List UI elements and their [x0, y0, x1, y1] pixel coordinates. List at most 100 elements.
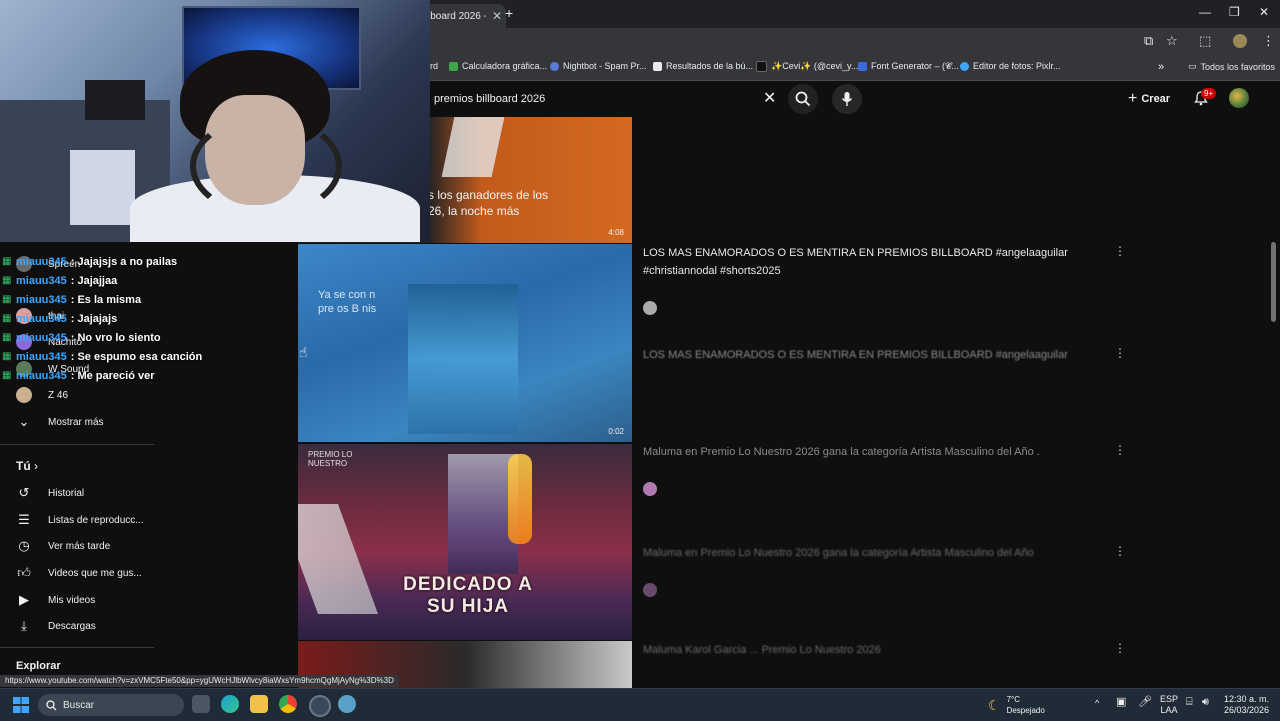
menu-dots-icon[interactable]: ⋮ [1262, 33, 1275, 49]
sidebar-item-my-videos[interactable]: ▶ Mis videos [16, 592, 95, 608]
account-avatar[interactable] [1229, 88, 1249, 108]
downloads-icon: ⤓ [21, 618, 27, 633]
tab-close-icon[interactable]: ✕ [492, 9, 502, 23]
app-icon[interactable] [338, 695, 356, 713]
voice-search-button[interactable] [832, 84, 862, 114]
video-thumbnail[interactable]: Ya se con n pre os B nis 0:02 [298, 244, 632, 442]
browser-tab[interactable]: lboard 2026 - Y ✕ [420, 4, 506, 28]
search-icon [46, 699, 57, 710]
plus-icon: + [1128, 90, 1138, 107]
task-view-icon[interactable] [192, 695, 210, 713]
show-more-button[interactable]: ⌄ Mostrar más [16, 414, 104, 430]
video-duration: 0:02 [608, 427, 624, 436]
like-icon: 👍︎ [17, 565, 31, 580]
chat-message: ▦ miauu345: Jajajjaa [2, 275, 118, 287]
file-explorer-icon[interactable] [250, 695, 268, 713]
thumbnail-figure [441, 117, 505, 177]
sidebar-subscription[interactable]: Z 46 [16, 387, 68, 403]
taskbar-search[interactable]: Buscar [38, 694, 184, 716]
bookmarks-overflow-icon[interactable]: » [1158, 61, 1164, 73]
channel-row[interactable] [643, 482, 657, 496]
bookmark-item[interactable]: ✨Cevi✨ (@cevi_y... [756, 61, 858, 72]
profile-icon[interactable] [1233, 34, 1247, 48]
thumbnail-channel-logo: PREMIO LO NUESTRO [308, 450, 353, 468]
chat-message: ▦ miauu345: Se espumo esa canción [2, 351, 203, 363]
windows-start-icon[interactable] [13, 697, 29, 713]
video-title[interactable]: Maluma en Premio Lo Nuestro 2026 gana la… [643, 544, 1034, 562]
microphone-icon [841, 92, 853, 106]
tray-app-icon[interactable]: ▣ [1116, 697, 1126, 708]
tiktok-icon [756, 61, 767, 72]
obs-icon[interactable] [309, 695, 331, 717]
edge-browser-icon[interactable] [221, 695, 239, 713]
volume-icon[interactable]: 🔊︎ [1202, 697, 1209, 708]
video-duration: 4:08 [608, 228, 624, 237]
network-icon[interactable]: ⌸ [1186, 697, 1193, 708]
sidebar-item-downloads[interactable]: ⤓ Descargas [16, 618, 96, 634]
video-title[interactable]: LOS MAS ENAMORADOS O ES MENTIRA EN PREMI… [643, 346, 1068, 364]
microphone-tray-icon[interactable]: 🎤︎ [1138, 697, 1152, 708]
minimize-icon[interactable]: — [1199, 5, 1211, 19]
video-title[interactable]: LOS MAS ENAMORADOS O ES MENTIRA EN PREMI… [643, 244, 1068, 280]
sidebar-item-playlists[interactable]: ☰ Listas de reproducc... [16, 512, 143, 528]
chat-badge-icon: ▦ [2, 351, 12, 362]
language-indicator[interactable]: ESP LAA [1160, 694, 1178, 716]
bookmark-item[interactable]: Resultados de la bú... [653, 61, 753, 71]
link-status-url: https://www.youtube.com/watch?v=zxVMC5Ft… [0, 675, 399, 687]
video-title[interactable]: Maluma Karol Garcia ... Premio Lo Nuestr… [643, 641, 881, 659]
more-options-icon[interactable]: ⋮ [1114, 244, 1126, 258]
channel-avatar [643, 482, 657, 496]
moon-icon: ☾ [988, 696, 1001, 713]
explore-section-heading: Explorar [16, 660, 61, 672]
all-favorites[interactable]: ▭ Todos los favoritos [1188, 61, 1275, 72]
create-button[interactable]: + Crear [1128, 90, 1170, 108]
more-options-icon[interactable]: ⋮ [1114, 544, 1126, 558]
thumbnail-caption: Ya se con n pre os B nis [318, 289, 377, 315]
sidebar-item-history[interactable]: ↺ Historial [16, 485, 85, 501]
windows-taskbar: Buscar ☾ 7°C Despejado ^ ▣ 🎤︎ ESP LAA ⌸ 🔊︎… [0, 688, 1280, 721]
restore-icon[interactable]: ❐ [1229, 5, 1240, 19]
chevron-right-icon: › [34, 459, 39, 473]
sidebar-divider [0, 444, 154, 445]
page-scrollbar[interactable] [1271, 242, 1276, 322]
chat-badge-icon: ▦ [2, 313, 12, 324]
channel-row[interactable] [643, 301, 657, 315]
my-videos-icon: ▶ [19, 592, 29, 607]
clear-search-icon[interactable]: ✕ [763, 88, 776, 108]
more-options-icon[interactable]: ⋮ [1114, 346, 1126, 360]
thumbnail-caption: DEDICADO A SU HIJA [403, 574, 533, 617]
search-input[interactable]: premios billboard 2026 [434, 93, 545, 105]
chrome-browser-icon[interactable] [279, 695, 297, 713]
tray-overflow-icon[interactable]: ^ [1095, 698, 1099, 709]
more-options-icon[interactable]: ⋮ [1114, 443, 1126, 457]
video-title[interactable]: Maluma en Premio Lo Nuestro 2026 gana la… [643, 443, 1040, 461]
weather-widget[interactable]: ☾ 7°C Despejado [988, 694, 1045, 716]
webcam-monitor [85, 80, 145, 120]
cast-icon[interactable]: ⧉ [1144, 33, 1153, 49]
video-thumbnail[interactable]: PREMIO LO NUESTRO DEDICADO A SU HIJA [298, 444, 632, 640]
bookmark-item[interactable]: Editor de fotos: Pixlr... [960, 61, 1061, 71]
thumbnail-figure [408, 284, 518, 434]
playlists-icon: ☰ [18, 512, 30, 527]
channel-row[interactable] [643, 583, 657, 597]
you-section-heading[interactable]: Tú › [16, 459, 38, 473]
channel-avatar [643, 301, 657, 315]
new-tab-icon[interactable]: + [505, 5, 513, 21]
more-options-icon[interactable]: ⋮ [1114, 641, 1126, 655]
sidebar-item-liked[interactable]: 👍︎ Videos que me gus... [16, 565, 142, 581]
calculator-icon [449, 61, 458, 71]
sidebar-item-watch-later[interactable]: ◷ Ver más tarde [16, 538, 110, 554]
search-button[interactable] [788, 84, 818, 114]
history-icon: ↺ [18, 485, 30, 500]
font-generator-icon [858, 62, 867, 71]
tab-title: lboard 2026 - Y [428, 10, 486, 22]
bookmark-item[interactable]: Calculadora gráfica... [449, 61, 547, 71]
bookmark-item[interactable]: rd [430, 61, 438, 71]
bookmark-star-icon[interactable]: ☆ [1166, 33, 1178, 49]
clock[interactable]: 12:30 a. m. 26/03/2026 [1224, 694, 1269, 716]
bookmark-item[interactable]: Nightbot - Spam Pr... [550, 61, 647, 71]
thumbnail-caption: s los ganadores de los 26, la noche más [428, 188, 549, 218]
window-close-icon[interactable]: ✕ [1259, 5, 1269, 19]
bookmark-item[interactable]: Font Generator – (𝓒... [858, 61, 959, 72]
extensions-icon[interactable]: ⬚ [1199, 33, 1211, 49]
